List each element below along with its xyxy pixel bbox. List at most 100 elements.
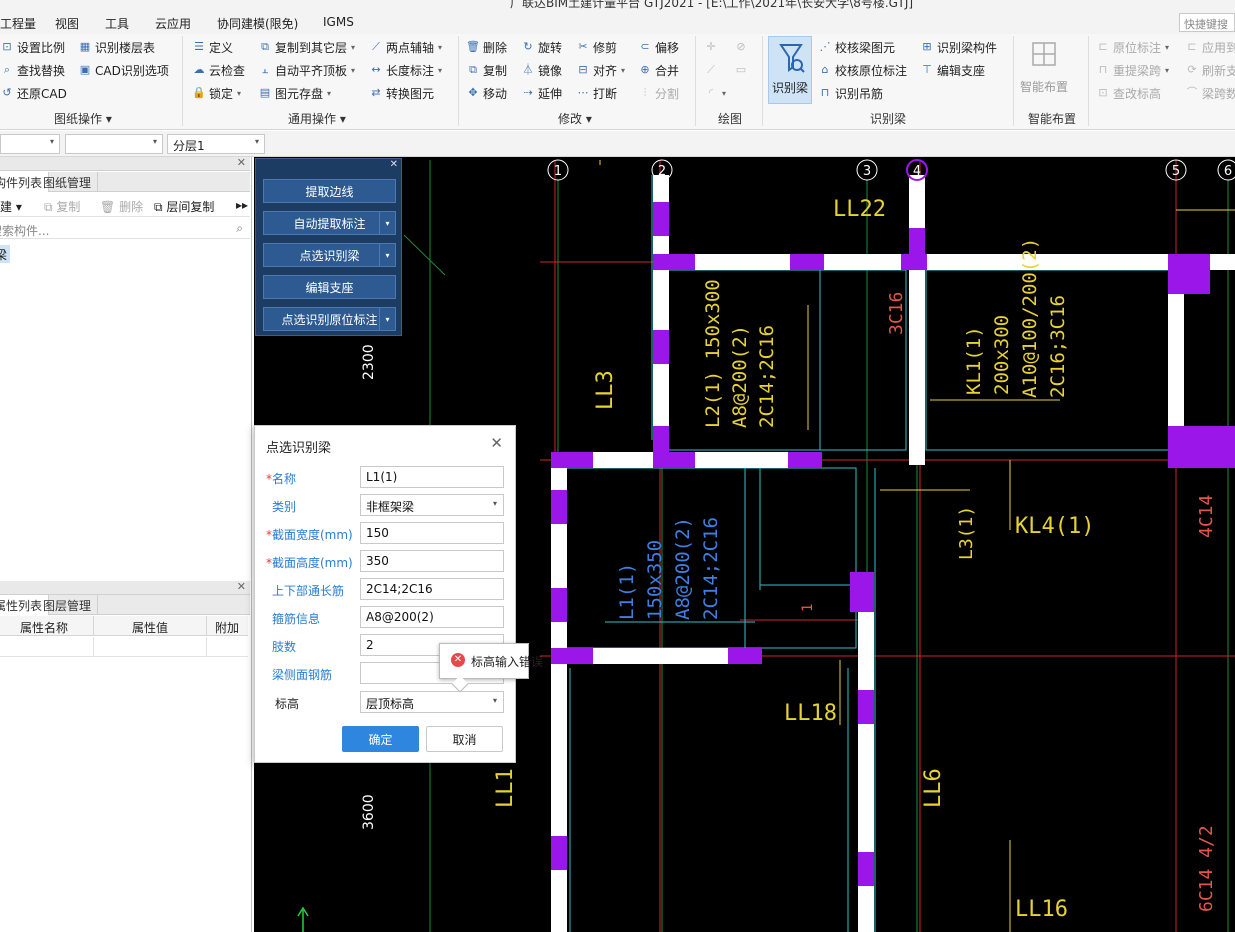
- length-dimension-button[interactable]: ↔ 长度标注 ▾: [369, 61, 442, 79]
- group-label-drawing-ops[interactable]: 图纸操作 ▾: [54, 110, 112, 127]
- apply-to-button[interactable]: ⊏ 应用到: [1185, 38, 1235, 56]
- beam-label: LL3: [593, 370, 618, 410]
- tab-layer-manage[interactable]: 图层管理: [37, 595, 99, 615]
- point-recognize-beam-button[interactable]: 点选识别梁 ▾: [263, 243, 396, 267]
- section-width-input[interactable]: 150: [360, 522, 504, 544]
- recognize-hanger-button[interactable]: ⊓ 识别吊筋: [818, 84, 883, 102]
- mirror-button[interactable]: ⏃ 镜像: [521, 61, 563, 79]
- refresh-support-button[interactable]: ⟳ 刷新支: [1185, 61, 1235, 79]
- close-icon[interactable]: ✕: [390, 159, 398, 170]
- align-button[interactable]: ⊟ 对齐 ▾: [576, 61, 625, 79]
- delete-component-button[interactable]: 🗑 删除: [100, 198, 143, 215]
- close-icon[interactable]: ✕: [237, 156, 246, 169]
- find-icon: ⌕: [3, 63, 11, 76]
- extract-edge-button[interactable]: 提取边线: [263, 179, 396, 203]
- extend-button[interactable]: ⇢ 延伸: [521, 84, 562, 102]
- check-in-situ-label-button[interactable]: ⌂ 校核原位标注: [818, 61, 908, 79]
- delete-button[interactable]: 🗑 删除: [466, 38, 507, 56]
- define-button[interactable]: ☰ 定义: [192, 38, 233, 56]
- chevron-down-icon[interactable]: ▾: [379, 244, 395, 266]
- restore-icon: ↺: [2, 86, 12, 99]
- cancel-button[interactable]: 取消: [426, 726, 503, 752]
- floor-select[interactable]: ▾: [0, 134, 60, 154]
- rotate-button[interactable]: ↻ 旋转: [521, 38, 562, 56]
- copy-button[interactable]: ⧉ 复制: [466, 61, 507, 79]
- move-button[interactable]: ✥ 移动: [466, 84, 507, 102]
- re-extract-span-button[interactable]: ⊓ 重提梁跨 ▾: [1096, 61, 1169, 79]
- offset-button[interactable]: ⊂ 偏移: [638, 38, 679, 56]
- smart-layout-big-button[interactable]: 智能布置: [1018, 36, 1070, 104]
- chevron-down-icon[interactable]: ▾: [379, 308, 395, 330]
- component-type-select[interactable]: ▾: [65, 134, 163, 154]
- in-situ-label-button[interactable]: ⊏ 原位标注 ▾: [1096, 38, 1169, 56]
- auto-extract-label-button[interactable]: 自动提取标注 ▾: [263, 211, 396, 235]
- component-search[interactable]: 搜索构件... ⌕: [0, 219, 250, 239]
- two-point-axis-button[interactable]: ⟋ 两点辅轴 ▾: [369, 38, 442, 56]
- chevron-down-icon: ▾: [438, 42, 443, 52]
- menu-tools[interactable]: 工具: [105, 15, 129, 32]
- cloud-check-button[interactable]: ☁ 云检查: [192, 61, 246, 79]
- beam-label: LL18: [784, 701, 837, 726]
- split-button[interactable]: ⫶ 分割: [638, 84, 679, 102]
- axis-bubbles: [547, 159, 1235, 181]
- quick-search-input[interactable]: 快捷键搜: [1179, 13, 1235, 32]
- search-input[interactable]: 搜索构件...: [0, 222, 49, 239]
- elevation-select[interactable]: 层顶标高 ▾: [360, 691, 504, 713]
- more-icon[interactable]: ▸▸: [236, 198, 248, 212]
- auto-align-slab-button[interactable]: ⫠ 自动平齐顶板 ▾: [258, 61, 355, 79]
- set-scale-button[interactable]: ⊡ 设置比例: [0, 38, 65, 56]
- check-beam-element-button[interactable]: ⋰ 校核梁图元: [818, 38, 896, 56]
- menu-igms[interactable]: IGMS: [323, 15, 354, 29]
- draw-circle-button[interactable]: ⊘: [734, 38, 748, 56]
- group-divider: [695, 36, 696, 126]
- tree-item-beam[interactable]: 梁: [0, 245, 10, 263]
- section-height-input[interactable]: 350: [360, 550, 504, 572]
- point-recognize-label-button[interactable]: 点选识别原位标注 ▾: [263, 307, 396, 331]
- axis-number: 5: [1172, 164, 1180, 179]
- stirrup-input[interactable]: A8@200(2): [360, 606, 504, 628]
- chevron-down-icon[interactable]: ▾: [379, 212, 395, 234]
- restore-cad-button[interactable]: ↺ 还原CAD: [0, 84, 66, 102]
- group-label-recognize-beam: 识别梁: [870, 112, 907, 126]
- category-select[interactable]: 非框架梁 ▾: [360, 494, 504, 516]
- draw-line-button[interactable]: ⟋: [704, 61, 718, 79]
- layer-select[interactable]: 分层1 ▾: [167, 134, 265, 154]
- field-row-width: *截面宽度(mm) 150: [255, 522, 517, 546]
- menu-view[interactable]: 视图: [55, 15, 79, 32]
- menu-cloud[interactable]: 云应用: [155, 15, 191, 32]
- new-component-button[interactable]: 新建 ▾: [0, 198, 22, 215]
- edit-support-button[interactable]: ⊤ 编辑支座: [920, 61, 985, 79]
- copy-to-other-floor-button[interactable]: ⧉ 复制到其它层 ▾: [258, 38, 355, 56]
- tab-drawing-manage[interactable]: 图纸管理: [37, 172, 99, 192]
- confirm-button[interactable]: 确定: [342, 726, 419, 752]
- rectangle-icon: ▭: [735, 63, 747, 76]
- trim-button[interactable]: ✂ 修剪: [576, 38, 617, 56]
- draw-arc-button[interactable]: ◜ ▾: [704, 84, 726, 102]
- recognize-beam-big-button[interactable]: 识别梁: [768, 36, 812, 104]
- check-elevation-button[interactable]: ⊡ 查改标高: [1096, 84, 1161, 102]
- find-replace-button[interactable]: ⌕ 查找替换: [0, 61, 65, 79]
- draw-rect-button[interactable]: ▭: [734, 61, 748, 79]
- lock-button[interactable]: 🔒 锁定 ▾: [192, 84, 241, 102]
- group-label-general-ops[interactable]: 通用操作 ▾: [288, 110, 346, 127]
- group-label-modify[interactable]: 修改 ▾: [558, 110, 592, 127]
- menu-collab[interactable]: 协同建模(限免): [217, 15, 298, 32]
- save-element-button[interactable]: ▤ 图元存盘 ▾: [258, 84, 331, 102]
- copy-component-button[interactable]: ⧉ 复制: [44, 198, 80, 215]
- span-count-button[interactable]: ⌒ 梁跨数: [1185, 84, 1235, 102]
- name-input[interactable]: L1(1): [360, 466, 504, 488]
- axis-number: 3: [863, 164, 871, 179]
- convert-element-button[interactable]: ⇄ 转换图元: [369, 84, 434, 102]
- close-icon[interactable]: ✕: [237, 580, 246, 593]
- recognize-beam-component-button[interactable]: ⊞ 识别梁构件: [920, 38, 997, 56]
- close-icon[interactable]: ✕: [490, 434, 503, 452]
- edit-support-float-button[interactable]: 编辑支座: [263, 275, 396, 299]
- recognize-floor-table-button[interactable]: ▦ 识别楼层表: [78, 38, 155, 56]
- merge-button[interactable]: ⊕ 合并: [638, 61, 679, 79]
- draw-point-button[interactable]: ✛: [704, 38, 718, 56]
- cad-options-button[interactable]: ▣ CAD识别选项: [78, 61, 169, 79]
- break-button[interactable]: ⋯ 打断: [576, 84, 618, 102]
- copy-between-floors-button[interactable]: ⧉ 层间复制: [154, 198, 214, 215]
- menu-quantities[interactable]: 工程量: [0, 15, 36, 32]
- long-rebar-input[interactable]: 2C14;2C16: [360, 578, 504, 600]
